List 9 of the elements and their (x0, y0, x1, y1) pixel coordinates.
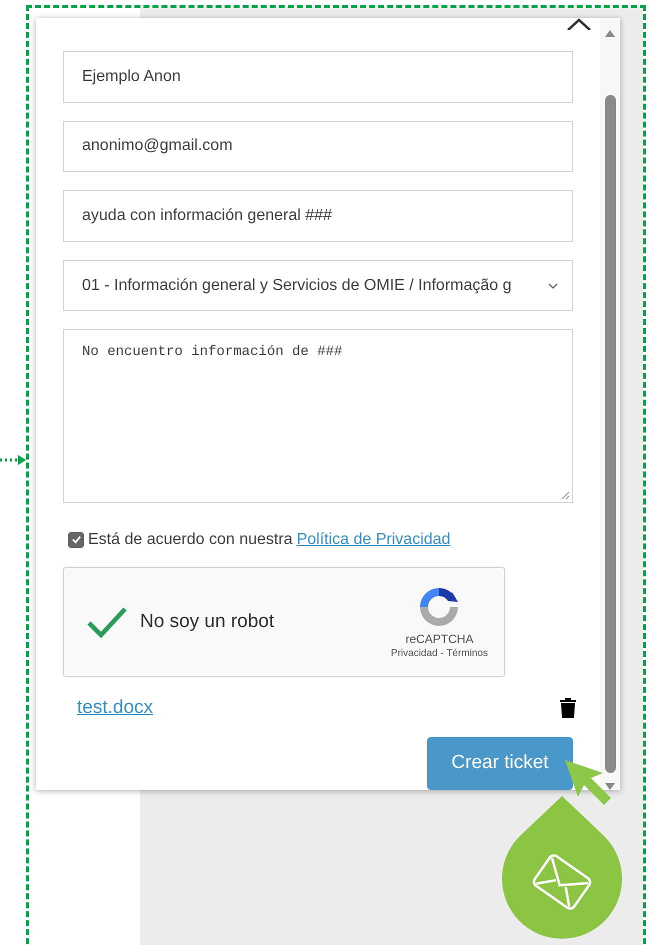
recaptcha-brand: reCAPTCHA (405, 632, 474, 646)
captcha-legal-links[interactable]: Privacidad - Términos (390, 648, 488, 660)
message-textarea[interactable]: No encuentro información de ### (63, 329, 573, 503)
captcha-label: No soy un robot (140, 610, 276, 633)
category-select[interactable]: 01 - Información general y Servicios de OMIE / Informação g (63, 260, 573, 312)
input-field[interactable]: ayuda con información general ### (63, 190, 573, 242)
consent-text: Está de acuerdo con nuestra (88, 530, 293, 549)
input-field[interactable]: Ejemplo Anon (63, 51, 573, 103)
input-field[interactable]: anonimo@gmail.com (63, 120, 573, 172)
